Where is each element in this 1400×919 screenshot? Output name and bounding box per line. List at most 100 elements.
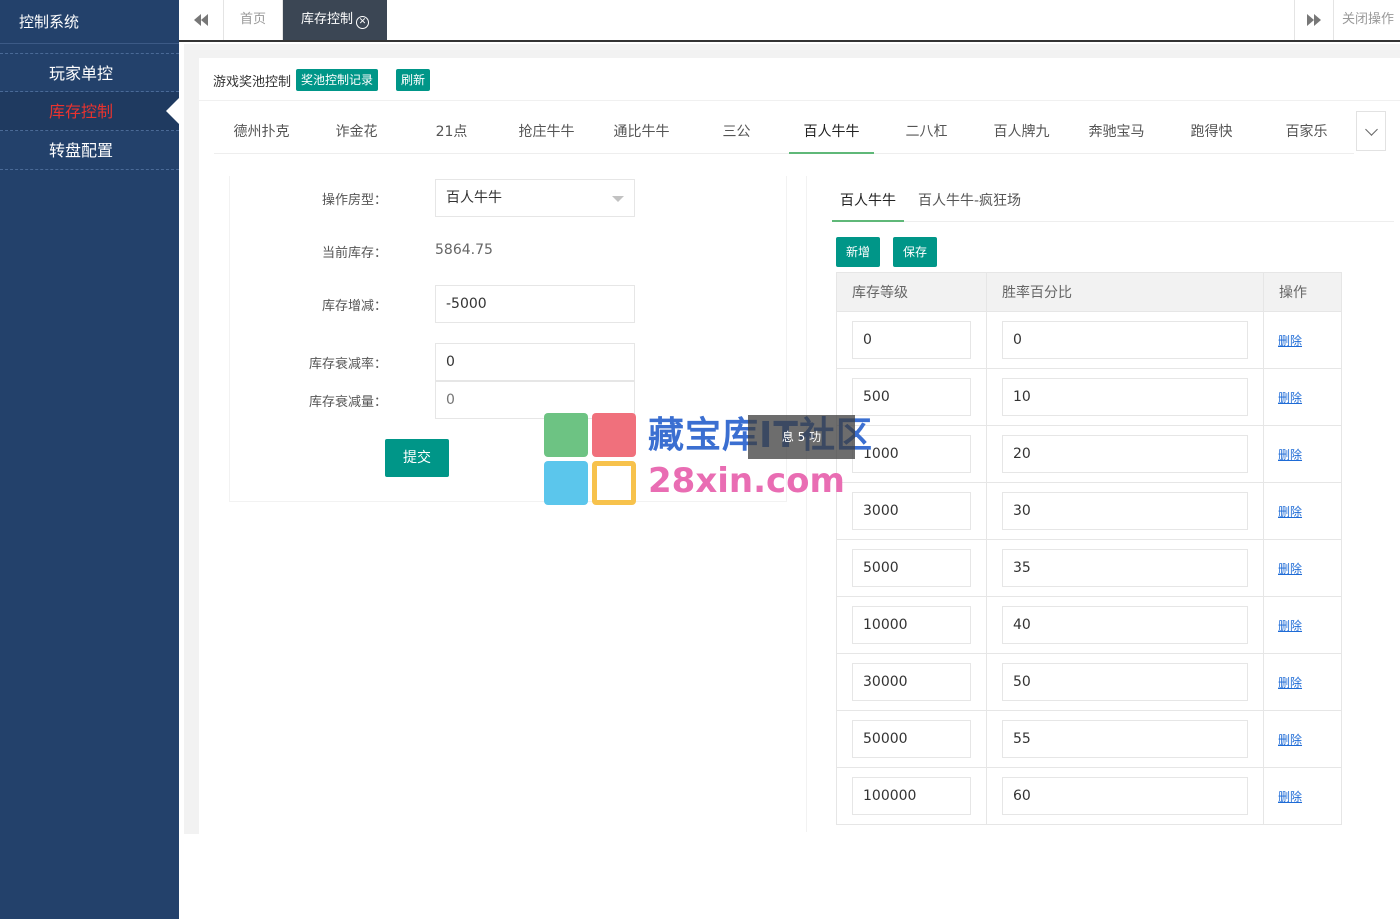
col-win-rate: 胜率百分比 <box>986 272 1264 312</box>
delete-row-link[interactable]: 删除 <box>1278 676 1302 690</box>
table-row: 删除 <box>836 767 1342 825</box>
operations-cell: 删除 <box>1263 425 1342 483</box>
delete-row-link[interactable]: 删除 <box>1278 562 1302 576</box>
tab-bar: 首页 库存控制 ✕ 关闭操作 <box>179 0 1400 42</box>
double-chevron-left-icon <box>194 14 208 26</box>
win-rate-input[interactable] <box>1002 378 1248 416</box>
tab-game-3[interactable]: 抢庄牛牛 <box>499 113 594 153</box>
table-row: 删除 <box>836 596 1342 654</box>
add-level-button[interactable]: 新增 <box>836 237 880 267</box>
delete-row-link[interactable]: 删除 <box>1278 790 1302 804</box>
operations-cell: 删除 <box>1263 653 1342 711</box>
win-rate-cell <box>986 311 1264 369</box>
stock-level-input[interactable] <box>852 606 971 644</box>
win-rate-input[interactable] <box>1002 777 1248 815</box>
delete-row-link[interactable]: 删除 <box>1278 733 1302 747</box>
tab-game-4[interactable]: 通比牛牛 <box>594 113 689 153</box>
stock-level-input[interactable] <box>852 492 971 530</box>
delete-row-link[interactable]: 删除 <box>1278 448 1302 462</box>
scroll-tabs-left-button[interactable] <box>179 0 224 40</box>
sidebar-item-stock-control[interactable]: 库存控制 <box>0 92 180 131</box>
refresh-button[interactable]: 刷新 <box>396 69 431 91</box>
stock-level-cell <box>836 368 987 426</box>
scroll-tabs-right-button[interactable] <box>1294 0 1334 40</box>
room-type-label: 操作房型： <box>321 193 387 208</box>
win-rate-input[interactable] <box>1002 549 1248 587</box>
delete-row-link[interactable]: 删除 <box>1278 505 1302 519</box>
stock-form: 操作房型： 百人牛牛 当前库存： 5864.75 库存增减： 库存衰减率： 库存… <box>229 176 787 502</box>
submit-button[interactable]: 提交 <box>385 439 449 477</box>
stock-levels-table: 库存等级 胜率百分比 操作 删除删除删除删除删除删除删除删除删除 <box>836 272 1342 825</box>
stock-level-input[interactable] <box>852 435 971 473</box>
operations-cell: 删除 <box>1263 596 1342 654</box>
decay-rate-label: 库存衰减率： <box>308 357 387 372</box>
win-rate-cell <box>986 539 1264 597</box>
win-rate-cell <box>986 767 1264 825</box>
stock-level-input[interactable] <box>852 321 971 359</box>
tab-game-8[interactable]: 百人牌九 <box>974 113 1069 153</box>
stock-level-input[interactable] <box>852 663 971 701</box>
stock-levels-panel: 百人牛牛 百人牛牛-疯狂场 新增 保存 库存等级 胜率百分比 操作 删除删除删除… <box>806 176 1400 832</box>
tab-game-7[interactable]: 二八杠 <box>879 113 974 153</box>
stock-level-input[interactable] <box>852 777 971 815</box>
tab-game-9[interactable]: 奔驰宝马 <box>1069 113 1164 153</box>
tab-game-6[interactable]: 百人牛牛 <box>784 113 879 154</box>
stock-level-input[interactable] <box>852 378 971 416</box>
delete-row-link[interactable]: 删除 <box>1278 334 1302 348</box>
close-tab-icon[interactable]: ✕ <box>356 16 369 29</box>
close-operations-menu[interactable]: 关闭操作 <box>1334 0 1400 40</box>
double-chevron-right-icon <box>1307 14 1321 26</box>
sidebar-item-player-control[interactable]: 玩家单控 <box>0 53 179 92</box>
sidebar: 控制系统 玩家单控 库存控制 转盘配置 <box>0 0 180 919</box>
decay-rate-input[interactable] <box>435 343 635 381</box>
sub-tab-crazy[interactable]: 百人牛牛-疯狂场 <box>910 182 1029 221</box>
save-levels-button[interactable]: 保存 <box>893 237 937 267</box>
tab-game-10[interactable]: 跑得快 <box>1164 113 1259 153</box>
delete-row-link[interactable]: 删除 <box>1278 619 1302 633</box>
stock-level-cell <box>836 539 987 597</box>
tabs-more-button[interactable] <box>1356 111 1386 151</box>
sub-tab-normal[interactable]: 百人牛牛 <box>832 182 904 222</box>
room-type-select[interactable]: 百人牛牛 <box>435 179 635 217</box>
win-rate-input[interactable] <box>1002 492 1248 530</box>
win-rate-input[interactable] <box>1002 435 1248 473</box>
chevron-down-icon <box>1364 122 1378 136</box>
table-row: 删除 <box>836 368 1342 426</box>
table-header-row: 库存等级 胜率百分比 操作 <box>836 272 1342 312</box>
stock-level-input[interactable] <box>852 720 971 758</box>
tab-game-1[interactable]: 诈金花 <box>309 113 404 153</box>
decay-amount-input[interactable] <box>435 381 635 419</box>
stock-level-cell <box>836 767 987 825</box>
win-rate-input[interactable] <box>1002 321 1248 359</box>
operations-cell: 删除 <box>1263 539 1342 597</box>
stock-level-cell <box>836 311 987 369</box>
caret-down-icon <box>612 196 624 202</box>
tab-home[interactable]: 首页 <box>224 0 283 40</box>
sidebar-item-wheel-config[interactable]: 转盘配置 <box>0 131 179 170</box>
win-rate-input[interactable] <box>1002 606 1248 644</box>
stock-change-input[interactable] <box>435 285 635 323</box>
tab-game-2[interactable]: 21点 <box>404 113 499 153</box>
win-rate-input[interactable] <box>1002 663 1248 701</box>
tab-stock-control[interactable]: 库存控制 ✕ <box>283 0 387 40</box>
win-rate-input[interactable] <box>1002 720 1248 758</box>
win-rate-cell <box>986 653 1264 711</box>
table-row: 删除 <box>836 425 1342 483</box>
stock-level-input[interactable] <box>852 549 971 587</box>
operations-cell: 删除 <box>1263 710 1342 768</box>
stock-level-cell <box>836 425 987 483</box>
col-operations: 操作 <box>1263 272 1342 312</box>
operations-cell: 删除 <box>1263 311 1342 369</box>
stock-level-cell <box>836 596 987 654</box>
win-rate-cell <box>986 425 1264 483</box>
delete-row-link[interactable]: 删除 <box>1278 391 1302 405</box>
sidebar-menu: 玩家单控 库存控制 转盘配置 <box>0 53 180 170</box>
pool-record-button[interactable]: 奖池控制记录 <box>296 69 379 91</box>
tab-game-11[interactable]: 百家乐 <box>1259 113 1354 153</box>
tab-game-0[interactable]: 德州扑克 <box>214 113 309 153</box>
win-rate-cell <box>986 710 1264 768</box>
room-type-selected: 百人牛牛 <box>446 190 502 206</box>
current-stock-label: 当前库存： <box>321 246 387 261</box>
tab-game-5[interactable]: 三公 <box>689 113 784 153</box>
room-sub-tabs: 百人牛牛 百人牛牛-疯狂场 <box>832 182 1394 222</box>
